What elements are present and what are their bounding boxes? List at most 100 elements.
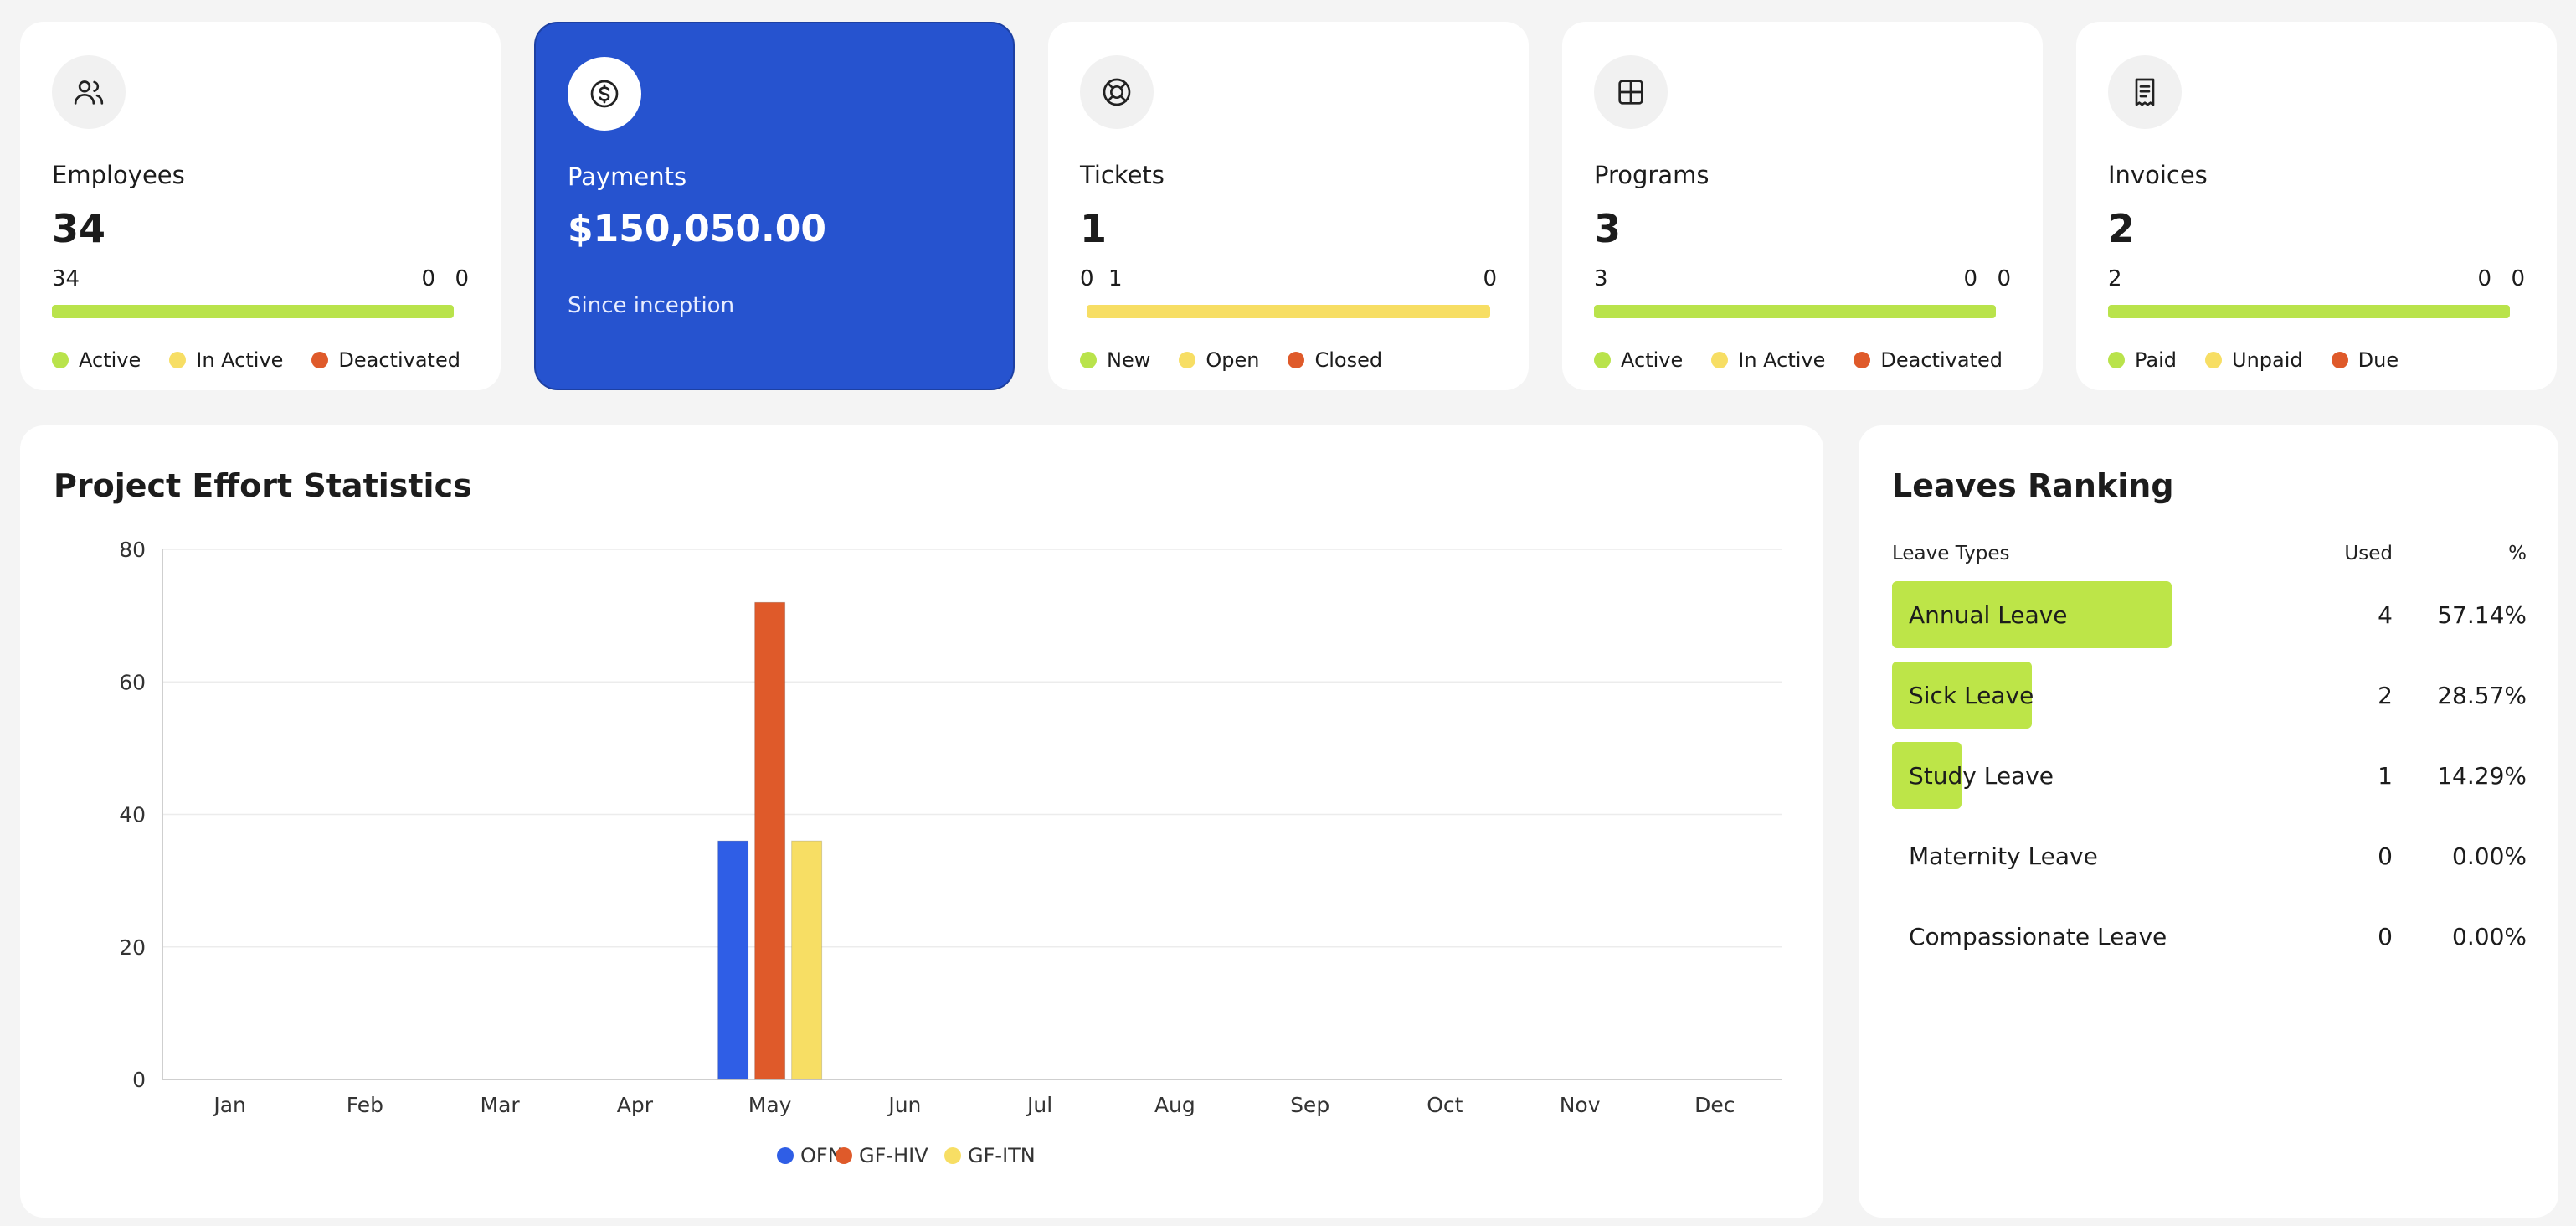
- tickets-card[interactable]: Tickets 1 0 1 0 New Open Closed: [1048, 22, 1529, 390]
- x-tick-label: Sep: [1290, 1093, 1329, 1117]
- x-tick-label: Nov: [1560, 1093, 1601, 1117]
- status-progress-bar: [2108, 305, 2510, 318]
- leave-used-count: 0: [2378, 923, 2393, 950]
- leave-row[interactable]: Study Leave 1 14.29%: [1892, 742, 2527, 809]
- legend-label: GF-ITN: [968, 1144, 1036, 1167]
- card-legend: New Open Closed: [1080, 348, 1382, 372]
- x-tick-label: Oct: [1427, 1093, 1463, 1117]
- status-progress-bar: [1594, 305, 1996, 318]
- x-tick-label: Apr: [617, 1093, 654, 1117]
- card-legend: Active In Active Deactivated: [52, 348, 460, 372]
- x-tick-label: Jul: [1026, 1093, 1052, 1117]
- project-effort-bar-chart: 0 20 40 60 80 Jan Feb Mar Apr May Jun Jul Aug Sep Oct N…: [119, 538, 1782, 1167]
- leave-type-name: Study Leave: [1909, 762, 2054, 790]
- leave-percent: 14.29%: [2437, 762, 2527, 790]
- card-title: Invoices: [2108, 161, 2208, 189]
- leave-row[interactable]: Annual Leave 4 57.14%: [1892, 581, 2527, 648]
- leave-percent: 57.14%: [2437, 601, 2527, 629]
- legend-label: Paid: [2135, 348, 2178, 372]
- leave-row[interactable]: Compassionate Leave 0 0.00%: [1892, 903, 2527, 970]
- x-tick-label: May: [748, 1093, 792, 1117]
- segment-count-open: 1: [1108, 266, 1123, 291]
- legend-swatch: [944, 1147, 961, 1164]
- card-subtitle: Since inception: [568, 293, 735, 318]
- legend-item: Paid: [2108, 348, 2177, 372]
- leave-percent: 0.00%: [2452, 842, 2527, 870]
- y-tick-label: 40: [119, 803, 146, 827]
- card-title: Payments: [568, 162, 687, 191]
- legend-label: Active: [79, 348, 141, 372]
- legend-item: Deactivated: [1854, 348, 2003, 372]
- legend-label: GF-HIV: [859, 1144, 928, 1167]
- green-dot-icon: [2108, 352, 2125, 368]
- legend-label: Closed: [1314, 348, 1383, 372]
- leave-percent: 0.00%: [2452, 923, 2527, 950]
- employees-card[interactable]: Employees 34 34 0 0 Active In Active Dea…: [20, 22, 501, 390]
- legend-label: Unpaid: [2232, 348, 2303, 372]
- leave-type-name: Maternity Leave: [1909, 842, 2098, 870]
- receipt-icon: [2108, 55, 2182, 129]
- segment-count-paid: 2: [2108, 266, 2122, 291]
- bar-gf-itn: [791, 840, 823, 1080]
- card-value: 3: [1594, 206, 1622, 251]
- project-effort-card: Project Effort Statistics 0 20 40 60 80 Jan Fe…: [20, 425, 1823, 1218]
- segment-counts: 2 0 0: [2108, 266, 2525, 300]
- grid-icon: [1594, 55, 1668, 129]
- green-dot-icon: [1080, 352, 1097, 368]
- column-header-used: Used: [2344, 543, 2393, 564]
- column-header-percent: %: [2508, 543, 2527, 564]
- card-title: Tickets: [1080, 161, 1165, 189]
- legend-label: In Active: [1738, 348, 1826, 372]
- x-tick-label: Jun: [887, 1093, 921, 1117]
- segment-count-inactive: 0: [421, 266, 435, 291]
- yellow-dot-icon: [1711, 352, 1729, 368]
- card-title: Programs: [1594, 161, 1710, 189]
- card-value: 2: [2108, 206, 2136, 251]
- leave-used-count: 2: [2378, 682, 2393, 709]
- legend-item: In Active: [169, 348, 283, 372]
- legend-swatch: [836, 1147, 852, 1164]
- legend-item: In Active: [1711, 348, 1825, 372]
- column-header-leave-types: Leave Types: [1892, 543, 2010, 564]
- legend-label: Deactivated: [1880, 348, 2003, 372]
- programs-card[interactable]: Programs 3 3 0 0 Active In Active Deacti…: [1562, 22, 2043, 390]
- orange-dot-icon: [1288, 352, 1305, 368]
- legend-item: New: [1080, 348, 1150, 372]
- status-progress-bar: [52, 305, 454, 318]
- segment-count-due: 0: [2511, 266, 2525, 291]
- dollar-circle-icon: [568, 57, 641, 131]
- legend-label: Active: [1621, 348, 1684, 372]
- segment-count-inactive: 0: [1963, 266, 1977, 291]
- green-dot-icon: [1594, 352, 1611, 368]
- legend-label: Due: [2357, 348, 2399, 372]
- segment-counts: 3 0 0: [1594, 266, 2011, 300]
- legend-item: Unpaid: [2205, 348, 2303, 372]
- x-tick-label: Mar: [481, 1093, 521, 1117]
- segment-counts: 34 0 0: [52, 266, 469, 300]
- segment-counts: 0 1 0: [1080, 266, 1497, 300]
- leave-row[interactable]: Sick Leave 2 28.57%: [1892, 662, 2527, 729]
- x-tick-label: Aug: [1154, 1093, 1195, 1117]
- x-tick-label: Jan: [212, 1093, 246, 1117]
- users-icon: [52, 55, 126, 129]
- card-legend: Active In Active Deactivated: [1594, 348, 2003, 372]
- y-tick-label: 20: [119, 935, 146, 960]
- legend-item: Open: [1179, 348, 1259, 372]
- legend-swatch: [777, 1147, 794, 1164]
- lifebuoy-icon: [1080, 55, 1154, 129]
- legend-label: New: [1107, 348, 1151, 372]
- segment-count-active: 3: [1594, 266, 1608, 291]
- leave-row[interactable]: Maternity Leave 0 0.00%: [1892, 822, 2527, 889]
- y-tick-label: 60: [119, 670, 146, 694]
- invoices-card[interactable]: Invoices 2 2 0 0 Paid Unpaid Due: [2076, 22, 2557, 390]
- status-progress-bar: [1087, 305, 1490, 318]
- yellow-dot-icon: [2205, 352, 2223, 368]
- payments-card[interactable]: Payments $150,050.00 Since inception: [534, 22, 1015, 390]
- segment-count-unpaid: 0: [2477, 266, 2491, 291]
- leaves-ranking-card: Leaves Ranking Leave Types Used % Annual…: [1859, 425, 2558, 1218]
- legend-item: Active: [52, 348, 141, 372]
- segment-count-new: 0: [1080, 266, 1094, 291]
- section-title: Leaves Ranking: [1892, 467, 2174, 504]
- card-value: 1: [1080, 206, 1108, 251]
- orange-dot-icon: [311, 352, 329, 368]
